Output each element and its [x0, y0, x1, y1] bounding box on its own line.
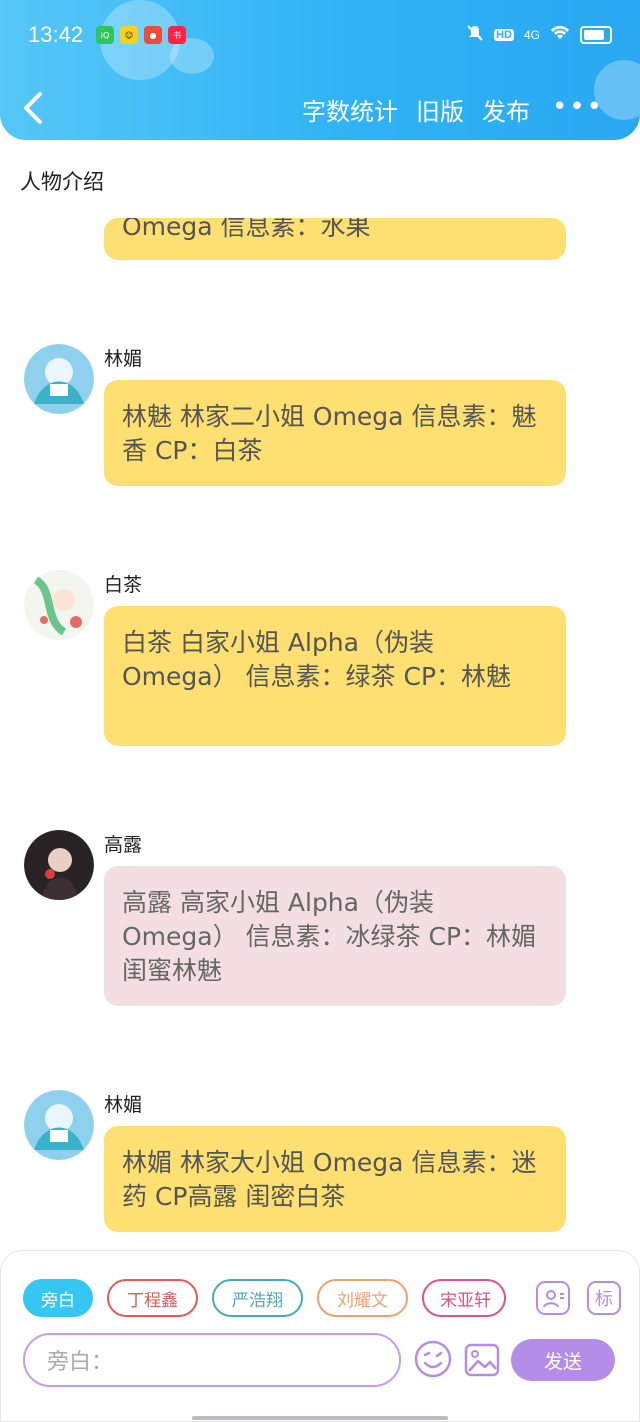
- avatar[interactable]: [24, 344, 94, 414]
- weibo-icon: ●: [144, 26, 162, 44]
- input-panel: 旁白 丁程鑫 严浩翔 刘耀文 宋亚轩 标 旁白： 发送: [0, 1250, 640, 1422]
- back-button[interactable]: [20, 88, 48, 128]
- app-yellow-icon: ☺: [120, 26, 138, 44]
- word-count-button[interactable]: 字数统计: [302, 92, 398, 127]
- status-time: 13:42: [28, 22, 84, 47]
- message-bubble[interactable]: Omega 信息素：水果: [104, 218, 566, 260]
- character-manage-icon[interactable]: [536, 1281, 570, 1315]
- message-input[interactable]: 旁白：: [23, 1333, 401, 1387]
- notification-icons: iQ ☺ ● 书: [96, 26, 186, 44]
- character-name: 林媚: [104, 348, 143, 370]
- section-title: 人物介绍: [20, 170, 104, 194]
- avatar[interactable]: [24, 570, 94, 640]
- old-version-button[interactable]: 旧版: [416, 92, 464, 127]
- signal-icon: 4G: [523, 27, 540, 42]
- role-chips: 旁白 丁程鑫 严浩翔 刘耀文 宋亚轩: [23, 1279, 506, 1317]
- status-bar: 13:42 iQ ☺ ● 书 HD 4G: [0, 14, 640, 54]
- nav-actions: 字数统计 旧版 发布: [302, 92, 530, 127]
- message-bubble[interactable]: 高露 高家小姐 Alpha（伪装 Omega） 信息素：冰绿茶 CP：林媚 闺蜜…: [104, 866, 566, 1006]
- battery-icon: [580, 25, 612, 44]
- publish-button[interactable]: 发布: [482, 92, 530, 127]
- nav-bar: 字数统计 旧版 发布 •••: [0, 76, 640, 140]
- message-text: Omega 信息素：水果: [122, 218, 371, 241]
- message-text: 高露 高家小姐 Alpha（伪装 Omega） 信息素：冰绿茶 CP：林媚 闺蜜…: [122, 888, 537, 985]
- role-chip[interactable]: 宋亚轩: [422, 1279, 506, 1317]
- wifi-icon: [550, 25, 570, 44]
- message-bubble[interactable]: 林媚 林家大小姐 Omega 信息素：迷药 CP高露 闺密白茶: [104, 1126, 566, 1232]
- role-chip[interactable]: 严浩翔: [212, 1279, 303, 1317]
- more-button[interactable]: •••: [552, 92, 604, 122]
- character-name: 白茶: [104, 574, 143, 596]
- role-chip[interactable]: 丁程鑫: [107, 1279, 198, 1317]
- mute-icon: [466, 24, 484, 45]
- message-text: 林媚 林家大小姐 Omega 信息素：迷药 CP高露 闺密白茶: [122, 1148, 537, 1211]
- iqiyi-icon: iQ: [96, 26, 114, 44]
- xiaohongshu-icon: 书: [168, 26, 186, 44]
- top-header: 13:42 iQ ☺ ● 书 HD 4G 字数统计 旧版 发布 •••: [0, 0, 640, 140]
- avatar[interactable]: [24, 1090, 94, 1160]
- emoji-icon[interactable]: [413, 1339, 453, 1379]
- mark-button[interactable]: 标: [587, 1281, 621, 1315]
- message-text: 林魅 林家二小姐 Omega 信息素：魅香 CP：白茶: [122, 402, 537, 465]
- role-chip-narrator[interactable]: 旁白: [23, 1279, 93, 1317]
- avatar[interactable]: [24, 830, 94, 900]
- image-icon[interactable]: [463, 1341, 501, 1379]
- home-indicator: [192, 1416, 448, 1420]
- chat-content[interactable]: 人物介绍 Omega 信息素：水果 林媚 林魅 林家二小姐 Omega 信息素：…: [0, 140, 640, 1250]
- send-button[interactable]: 发送: [511, 1339, 615, 1381]
- character-name: 高露: [104, 834, 143, 856]
- hd-icon: HD: [494, 28, 514, 41]
- message-bubble[interactable]: 林魅 林家二小姐 Omega 信息素：魅香 CP：白茶: [104, 380, 566, 486]
- character-name: 林媚: [104, 1094, 143, 1116]
- role-chip[interactable]: 刘耀文: [317, 1279, 408, 1317]
- message-text: 白茶 白家小姐 Alpha（伪装 Omega） 信息素：绿茶 CP：林魅: [122, 628, 512, 691]
- chevron-left-icon: [24, 92, 42, 124]
- system-icons: HD 4G: [466, 24, 612, 45]
- message-bubble[interactable]: 白茶 白家小姐 Alpha（伪装 Omega） 信息素：绿茶 CP：林魅: [104, 606, 566, 746]
